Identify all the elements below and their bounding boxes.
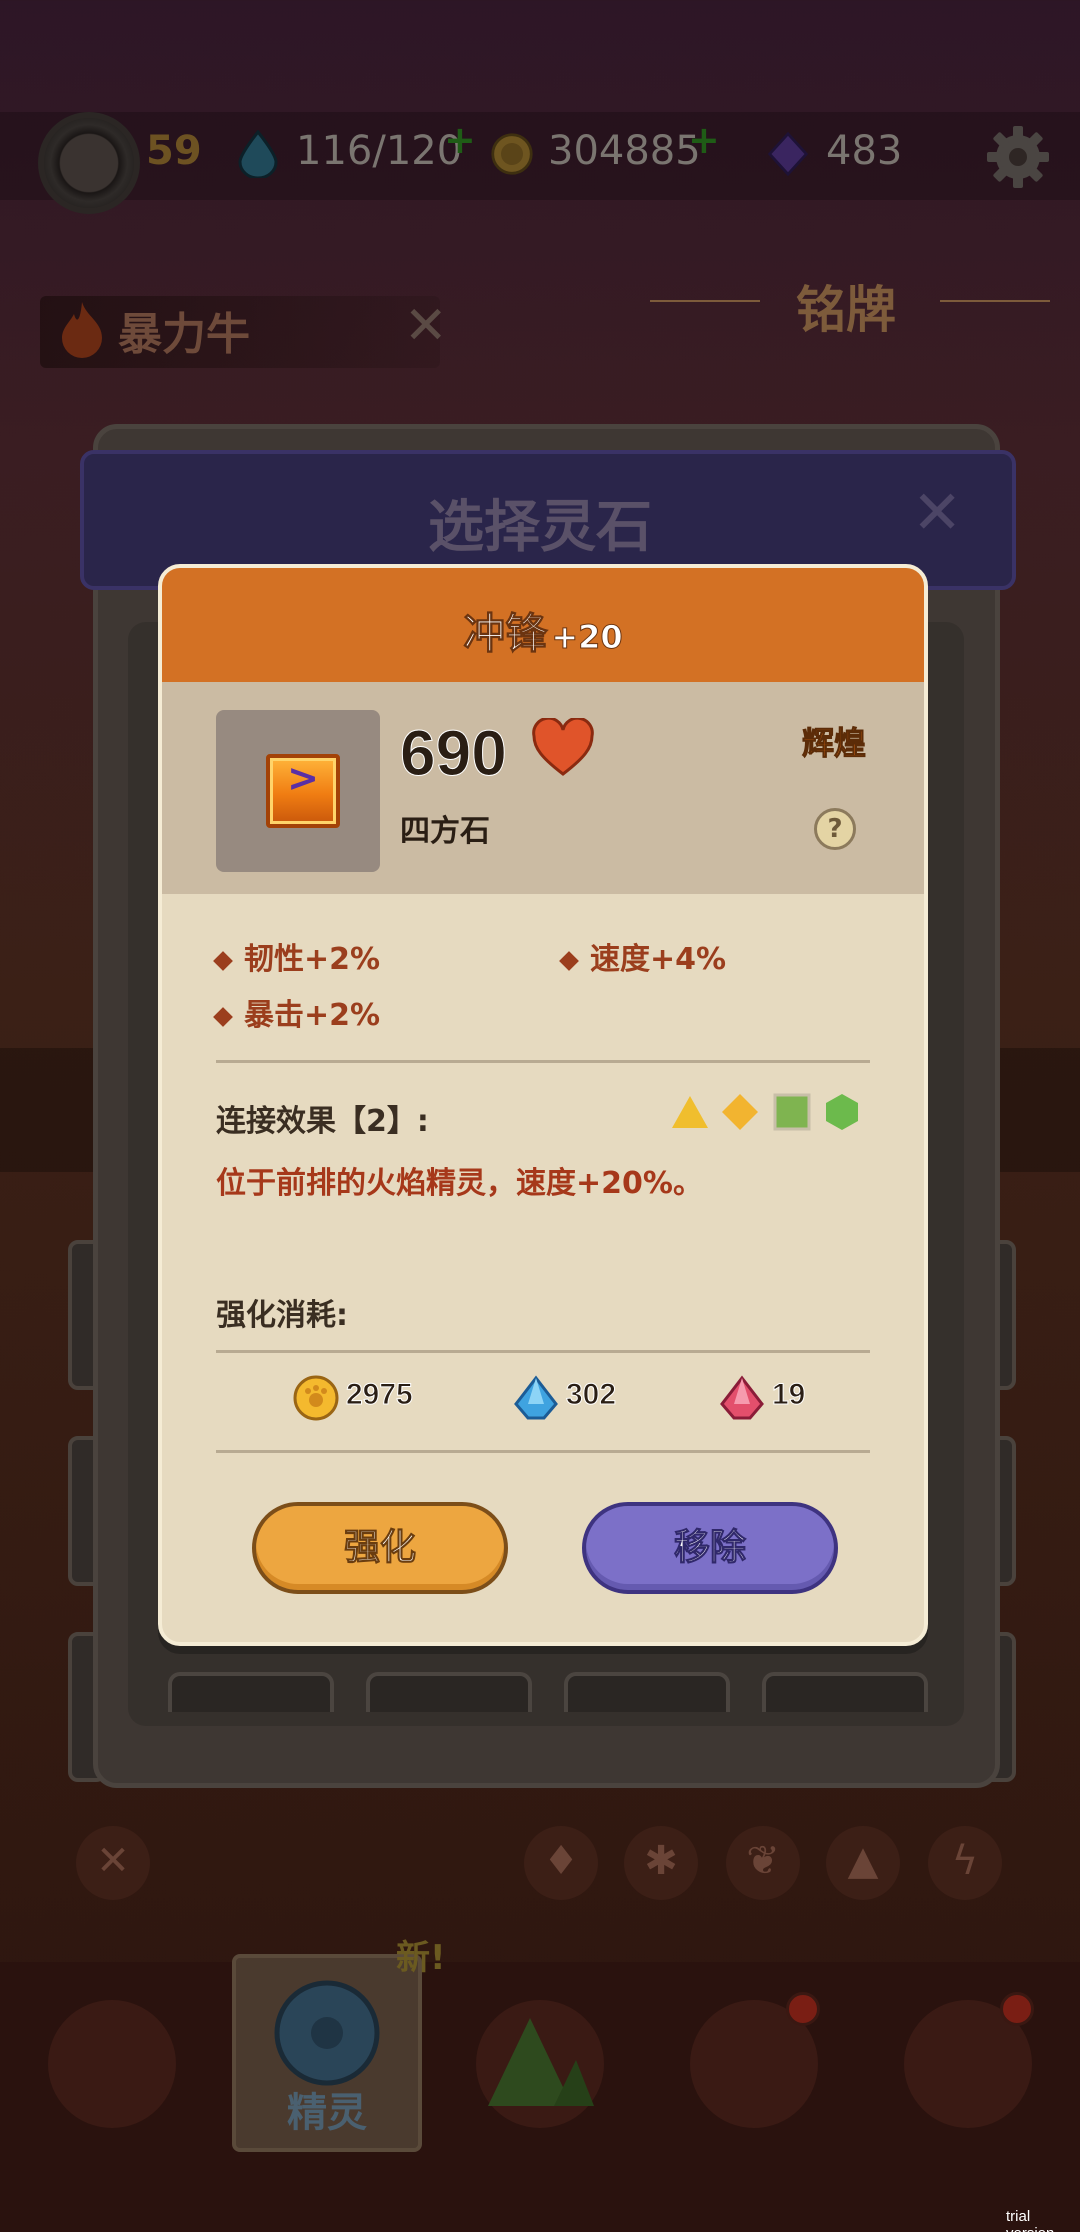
coin-counter: 304885 — [548, 128, 701, 174]
help-button[interactable]: ? — [814, 808, 856, 850]
red-crystal-icon — [720, 1375, 764, 1420]
stat-line: 暴击+2% — [213, 990, 381, 1034]
lightning-icon: ϟ — [951, 1838, 979, 1884]
trial-watermark: trial version — [1006, 2208, 1054, 2232]
stat-text: 速度+4% — [590, 942, 727, 977]
leaf-icon: ❦ — [746, 1838, 780, 1884]
stone-slot[interactable] — [762, 1672, 928, 1712]
energy-counter: 116/120 — [296, 128, 463, 174]
settings-gear-icon[interactable] — [985, 124, 1051, 190]
mountain-icon: ▲ — [847, 1838, 879, 1884]
heart-icon — [532, 718, 594, 776]
divider — [216, 1060, 870, 1063]
add-energy-button[interactable]: + — [444, 118, 476, 162]
new-badge: 新! — [396, 1938, 446, 1978]
diamond-bullet-icon — [213, 1006, 233, 1027]
stone-detail-dialog: 冲锋 +20 > 690 四方石 辉煌 ? 韧性+2% 速度+4% 暴击+2% 连… — [158, 564, 928, 1646]
blue-crystal-icon — [514, 1375, 558, 1420]
plaque-title: 铭牌 — [796, 281, 896, 339]
stone-power: 690 — [400, 717, 508, 790]
plaque-decoration-right — [940, 300, 1050, 302]
gem-counter: 483 — [826, 128, 903, 174]
divider — [216, 1350, 870, 1353]
pet-name: 暴力牛 — [118, 309, 250, 360]
chevron-right-icon: > — [287, 756, 319, 800]
stat-text: 暴击+2% — [244, 998, 381, 1033]
fire-element-icon — [62, 302, 102, 358]
blue-crystal-cost: 302 — [565, 1378, 617, 1412]
clear-pet-button[interactable]: ✕ — [404, 296, 448, 356]
enhance-cost-label: 强化消耗: — [216, 1298, 348, 1333]
add-coins-button[interactable]: + — [688, 118, 720, 162]
nav-pets-label: 精灵 — [287, 2090, 367, 2136]
water-drop-icon — [238, 130, 278, 178]
gem-icon — [767, 131, 809, 177]
link-effect-description: 位于前排的火焰精灵，速度+20%。 — [216, 1166, 703, 1201]
nav-shop-button[interactable] — [48, 2000, 176, 2128]
stat-line: 韧性+2% — [213, 934, 381, 978]
stone-level: +20 — [551, 618, 623, 657]
diamond-bullet-icon — [559, 950, 579, 971]
link-effect-label: 连接效果【2】: — [216, 1104, 429, 1139]
stone-rarity: 辉煌 — [801, 724, 867, 763]
diamond-bullet-icon — [213, 950, 233, 971]
coin-icon — [293, 1375, 339, 1421]
stone-slot[interactable] — [366, 1672, 532, 1712]
select-stone-close-button[interactable]: ✕ — [912, 478, 962, 548]
triangle-slot-icon — [672, 1096, 708, 1128]
stone-slot[interactable] — [168, 1672, 334, 1712]
player-avatar[interactable] — [38, 112, 140, 214]
stat-text: 韧性+2% — [244, 942, 381, 977]
enhance-button[interactable]: 强化 — [252, 1502, 508, 1594]
notification-dot — [786, 1992, 820, 2026]
stone-name: 冲锋 — [463, 609, 548, 659]
stone-slot[interactable] — [564, 1672, 730, 1712]
diamond-slot-icon — [722, 1094, 758, 1130]
mountain-icon — [488, 2018, 594, 2106]
divider — [216, 1450, 870, 1453]
close-icon: ✕ — [96, 1838, 130, 1884]
coin-cost: 2975 — [346, 1378, 414, 1412]
notification-dot — [1000, 1992, 1034, 2026]
coin-icon — [491, 133, 533, 175]
stat-line: 速度+4% — [559, 934, 727, 978]
stone-type: 四方石 — [400, 814, 490, 849]
fire-icon: ♦ — [543, 1838, 579, 1884]
snowflake-icon: ✱ — [644, 1838, 678, 1884]
plaque-decoration-left — [650, 300, 760, 302]
hexagon-slot-icon — [826, 1094, 858, 1130]
dialog-title: 冲锋 +20 — [162, 600, 924, 661]
player-level: 59 — [146, 128, 202, 174]
red-crystal-cost: 19 — [771, 1378, 806, 1412]
pet-orb-icon — [274, 1980, 380, 2086]
remove-button[interactable]: 移除 — [582, 1502, 838, 1594]
square-slot-icon — [773, 1093, 811, 1131]
